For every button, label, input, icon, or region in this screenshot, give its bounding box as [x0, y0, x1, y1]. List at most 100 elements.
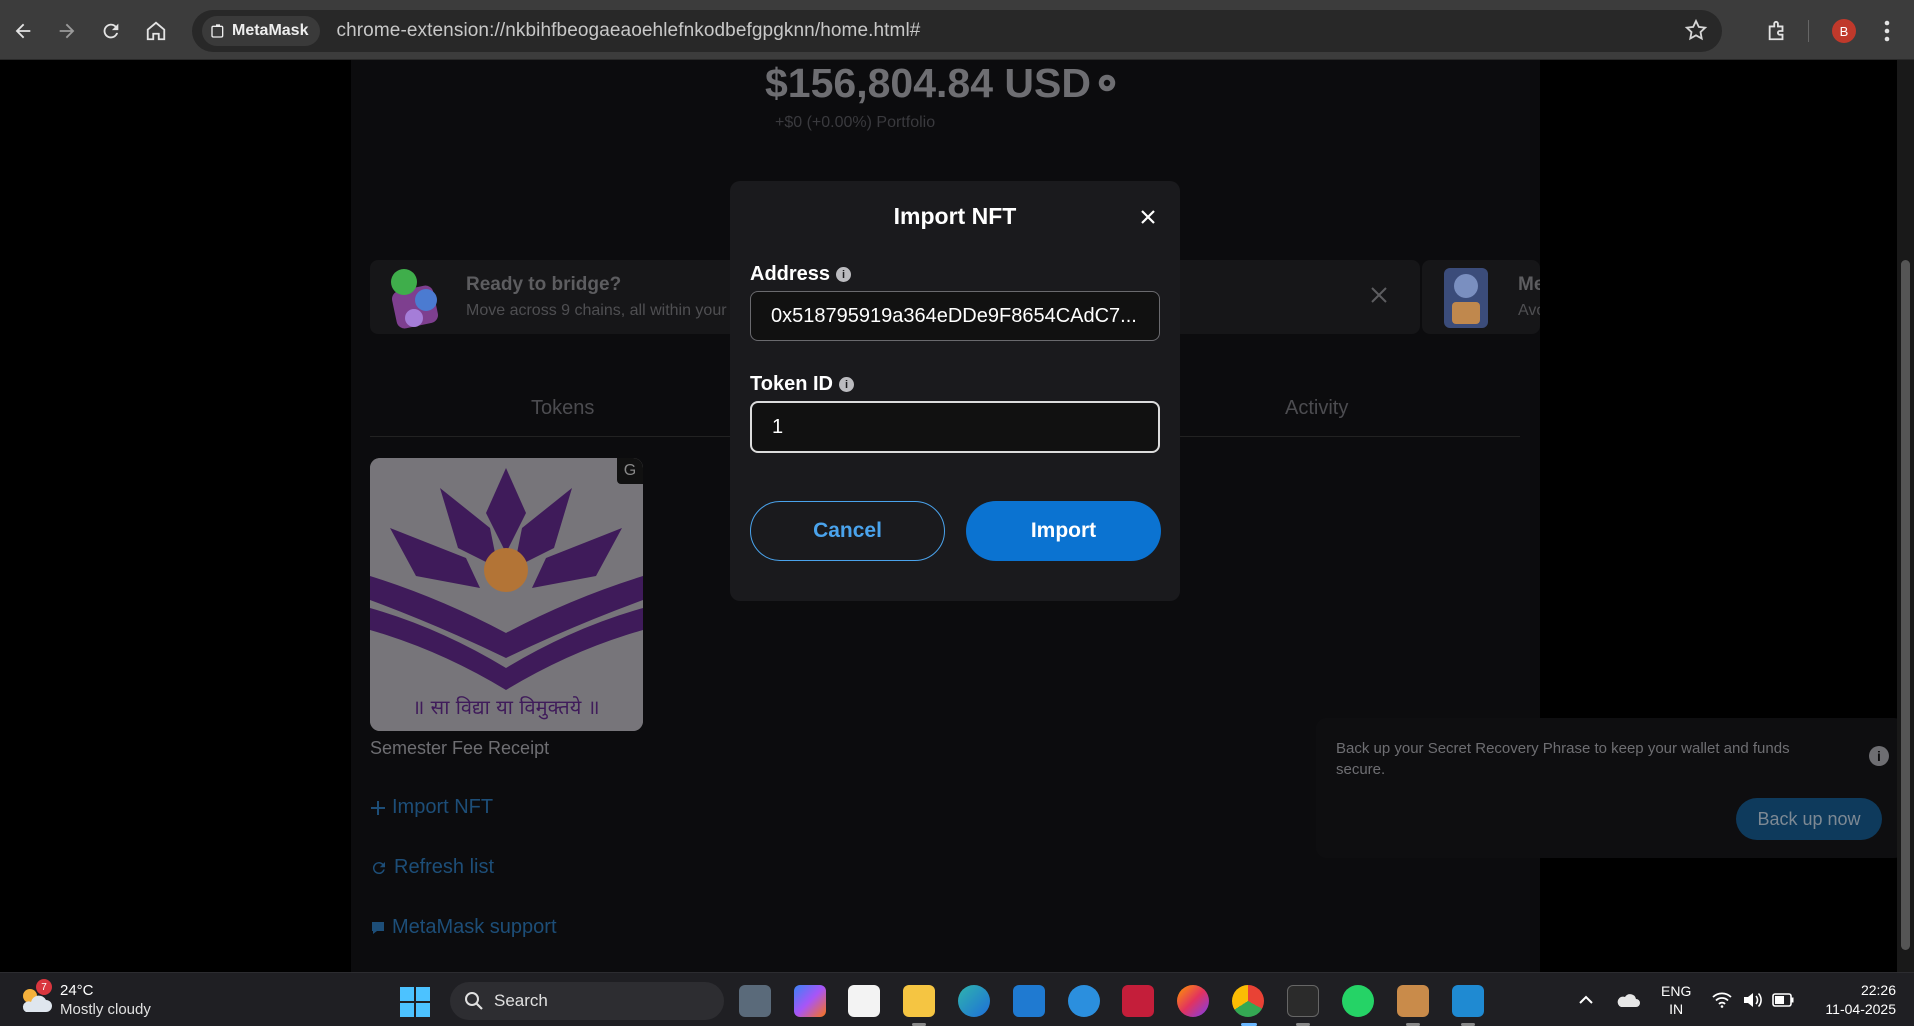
page-scrollbar[interactable]: [1897, 60, 1914, 972]
nft-motto-text: ॥ सा विद्या या विमुक्तये ॥: [412, 695, 599, 720]
myhp-icon[interactable]: [1013, 985, 1045, 1017]
star-icon: [1684, 18, 1708, 41]
taskbar-search[interactable]: Search: [450, 982, 724, 1020]
nft-card[interactable]: ॥ सा विद्या या विमुक्तये ॥ G: [370, 458, 643, 731]
edge-icon[interactable]: [958, 985, 990, 1017]
file-explorer-icon[interactable]: [903, 985, 935, 1017]
address-input[interactable]: 0x518795919a364eDDe9F8654CAdC7...: [750, 291, 1160, 341]
cancel-button[interactable]: Cancel: [750, 501, 945, 561]
help-icon[interactable]: [1068, 985, 1100, 1017]
token-id-info-icon[interactable]: i: [838, 377, 854, 392]
microsoft-store-icon[interactable]: [848, 985, 880, 1017]
chrome-icon[interactable]: [1232, 985, 1264, 1017]
tab-tokens[interactable]: Tokens: [531, 397, 594, 420]
system-status-group[interactable]: [1712, 973, 1794, 1026]
chevron-up-icon: [1579, 995, 1593, 1004]
volume-icon: [1744, 992, 1762, 1008]
eye-icon[interactable]: [1096, 72, 1118, 94]
windows-start-icon[interactable]: [400, 987, 430, 1017]
package-icon[interactable]: [1397, 985, 1429, 1017]
info-icon[interactable]: i: [1869, 746, 1889, 766]
search-icon: [465, 992, 483, 1010]
promo-banner-text: Avo: [1518, 302, 1540, 319]
import-button[interactable]: Import: [966, 501, 1161, 561]
promo-banner[interactable]: Me Avo: [1422, 260, 1540, 334]
language-indicator[interactable]: ENG IN: [1661, 973, 1691, 1026]
token-id-input[interactable]: 1: [750, 401, 1160, 453]
token-id-label: Token ID: [750, 373, 833, 395]
balance-change: +$0 (+0.00%) Portfolio: [775, 114, 936, 131]
import-nft-link[interactable]: Import NFT: [370, 796, 493, 819]
nft-name: Semester Fee Receipt: [370, 738, 550, 758]
import-nft-modal: Import NFT Address i 0x518795919a364eDDe…: [730, 181, 1180, 601]
weather-temperature: 24°C: [60, 982, 94, 999]
url-text[interactable]: chrome-extension://nkbihfbeogaeaoehlefnk…: [336, 20, 920, 42]
refresh-icon: [372, 861, 385, 874]
kebab-menu-icon: [1884, 20, 1890, 42]
weather-widget[interactable]: 7 24°C Mostly cloudy: [18, 979, 151, 1019]
task-view-icon[interactable]: [739, 985, 771, 1017]
backup-reminder-text: Back up your Secret Recovery Phrase to k…: [1336, 740, 1790, 778]
region-code: IN: [1669, 1001, 1684, 1017]
home-icon: [146, 21, 166, 41]
home-button[interactable]: [137, 12, 175, 50]
show-hidden-icons-button[interactable]: [1578, 973, 1594, 1026]
copilot-icon[interactable]: [794, 985, 826, 1017]
whatsapp-icon[interactable]: [1342, 985, 1374, 1017]
profile-avatar[interactable]: B: [1832, 19, 1856, 43]
battery-icon: [1772, 993, 1794, 1007]
plus-icon: [371, 800, 385, 815]
firefox-icon[interactable]: [1177, 985, 1209, 1017]
weather-badge: 7: [36, 979, 52, 995]
chat-bubble-icon: [372, 921, 384, 934]
address-info-icon[interactable]: i: [836, 267, 852, 282]
promo-figure-icon: [1444, 268, 1488, 328]
nft-logo-image: ॥ सा विद्या या विमुक्तये ॥: [370, 458, 643, 731]
modal-title: Import NFT: [893, 203, 1017, 229]
language-code: ENG: [1661, 983, 1692, 999]
modal-close-button[interactable]: [1134, 203, 1162, 231]
back-button[interactable]: [4, 12, 42, 50]
clock-date: 11-04-2025: [1825, 1001, 1896, 1017]
address-bar[interactable]: MetaMask chrome-extension://nkbihfbeogae…: [192, 10, 1722, 52]
toolbar-divider: [1808, 20, 1809, 42]
windows-taskbar: 7 24°C Mostly cloudy Search ENG IN 22:26…: [0, 972, 1914, 1026]
promo-banner-title: Me: [1518, 274, 1540, 295]
chrome-menu-button[interactable]: [1868, 12, 1906, 50]
bridge-coins-icon: [391, 269, 439, 329]
extension-puzzle-icon: [211, 24, 224, 38]
search-label: Search: [494, 991, 548, 1010]
clock[interactable]: 22:26 11-04-2025: [1812, 973, 1896, 1026]
bridge-banner-text: Move across 9 chains, all within your wa…: [466, 302, 772, 319]
forward-button[interactable]: [48, 12, 86, 50]
metamask-support-link[interactable]: MetaMask support: [370, 916, 557, 939]
metamask-page: $156,804.84 USD +$0 (+0.00%) Portfolio R…: [0, 60, 1914, 972]
close-icon: [1141, 210, 1155, 224]
terminal-icon[interactable]: [1287, 985, 1319, 1017]
banner-close-icon[interactable]: [1370, 286, 1388, 304]
clock-time: 22:26: [1860, 982, 1896, 998]
mcafee-icon[interactable]: [1122, 985, 1154, 1017]
refresh-list-link-label: Refresh list: [394, 856, 495, 878]
scrollbar-thumb[interactable]: [1901, 260, 1910, 950]
backup-reminder-card: Back up your Secret Recovery Phrase to k…: [1316, 718, 1904, 858]
bridge-banner-title: Ready to bridge?: [466, 274, 622, 295]
bookmark-star-button[interactable]: [1684, 18, 1708, 42]
refresh-list-link[interactable]: Refresh list: [370, 856, 494, 879]
import-nft-link-label: Import NFT: [392, 796, 494, 818]
tab-activity[interactable]: Activity: [1285, 397, 1348, 420]
weather-description: Mostly cloudy: [60, 1001, 151, 1018]
nft-network-badge: G: [617, 458, 643, 484]
site-info-chip[interactable]: MetaMask: [202, 16, 321, 46]
onedrive-icon[interactable]: [1616, 973, 1640, 1026]
wifi-icon: [1712, 992, 1732, 1008]
address-label: Address: [750, 263, 831, 285]
metamask-support-link-label: MetaMask support: [392, 916, 557, 938]
extensions-button[interactable]: [1758, 12, 1796, 50]
account-balance: $156,804.84 USD: [765, 60, 1091, 106]
vscode-icon[interactable]: [1452, 985, 1484, 1017]
puzzle-icon: [1768, 20, 1784, 41]
site-chip-label: MetaMask: [232, 22, 309, 39]
back-up-now-button[interactable]: Back up now: [1736, 798, 1882, 840]
reload-button[interactable]: [92, 12, 130, 50]
